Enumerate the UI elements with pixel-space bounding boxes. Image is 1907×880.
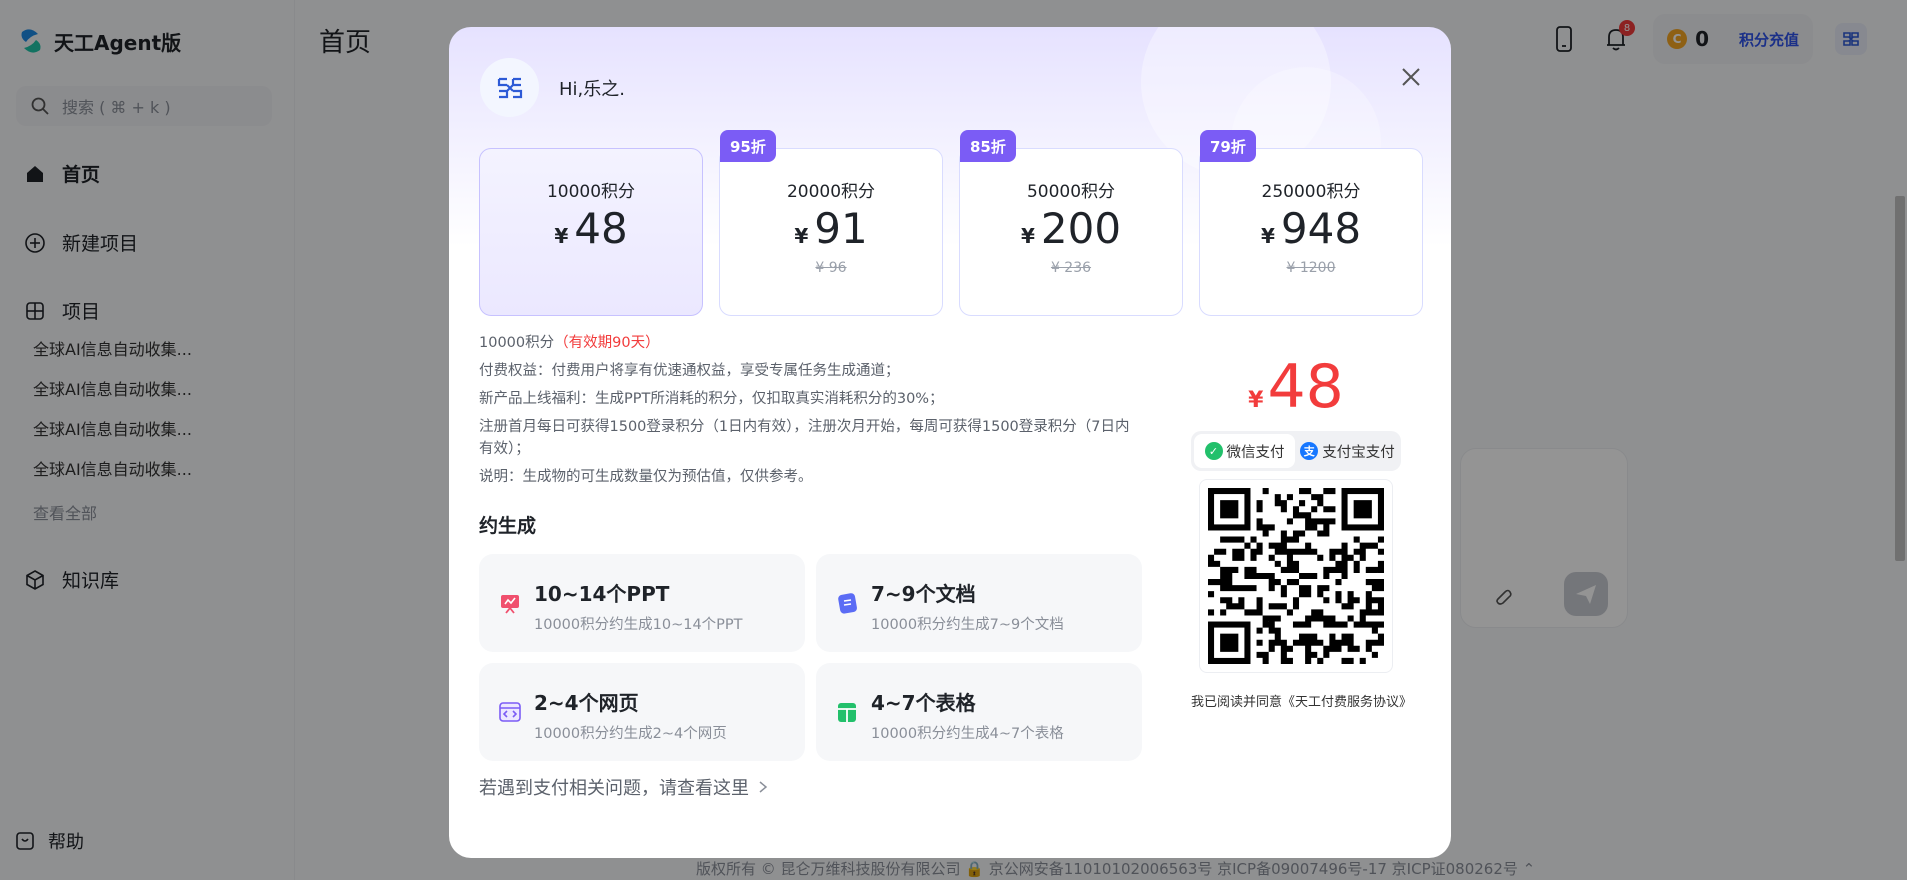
agreement-text[interactable]: 我已阅读并同意《天工付费服务协议》	[1191, 691, 1412, 710]
plan-name: 20000积分	[786, 182, 876, 202]
plan-list: 10000积分 ¥ 48 95折 20000积分 ¥ 91 ¥ 96 85折 5…	[479, 130, 1423, 316]
discount-badge: 85折	[960, 130, 1016, 162]
tab-wechat-pay[interactable]: ✓ 微信支付	[1194, 434, 1295, 468]
new-product-text: 新产品上线福利：生成PPT所消耗的积分，仅扣取真实消耗积分的30%；	[479, 391, 944, 407]
plan-card-20000[interactable]: 95折 20000积分 ¥ 91 ¥ 96	[719, 130, 943, 316]
estimate-count: 7~9个文档	[871, 582, 976, 606]
plan-card-10000[interactable]: 10000积分 ¥ 48	[479, 148, 703, 316]
close-icon[interactable]	[1395, 61, 1427, 93]
plan-amount: 948	[1280, 204, 1362, 253]
estimate-count: 4~7个表格	[871, 691, 976, 715]
tab-alipay[interactable]: 支 支付宝支付	[1297, 434, 1398, 468]
document-icon	[838, 593, 857, 614]
plan-name: 50000积分	[1026, 182, 1116, 202]
greeting-text: Hi,乐之.	[559, 78, 625, 100]
plan-card-250000[interactable]: 79折 250000积分 ¥ 948 ¥ 1200	[1199, 130, 1423, 316]
estimate-desc: 10000积分约生成10~14个PPT	[534, 617, 743, 633]
plan-amount: 91	[814, 204, 868, 253]
payment-panel: ¥ 48 ✓ 微信支付 支 支付宝支付 我已阅读并同意《天工付费服务协议》	[1191, 357, 1412, 710]
estimate-grid: 10~14个PPT 10000积分约生成10~14个PPT 7~9个文档 100…	[479, 554, 1142, 761]
estimate-desc: 10000积分约生成7~9个文档	[871, 617, 1064, 633]
discount-badge: 95折	[720, 130, 776, 162]
estimate-card-document: 7~9个文档 10000积分约生成7~9个文档	[816, 554, 1142, 652]
estimate-desc: 10000积分约生成4~7个表格	[871, 726, 1064, 742]
estimate-card-spreadsheet: 4~7个表格 10000积分约生成4~7个表格	[816, 663, 1142, 761]
original-price: ¥ 96	[815, 260, 847, 276]
plan-price: ¥ 91	[720, 208, 942, 250]
payment-method-label: 支付宝支付	[1322, 444, 1395, 461]
payment-help-link[interactable]: 若遇到支付相关问题，请查看这里	[479, 774, 769, 800]
payment-help-text: 若遇到支付相关问题，请查看这里	[479, 778, 749, 799]
discount-badge: 79折	[1200, 130, 1256, 162]
pay-amount: ¥ 48	[1191, 357, 1401, 417]
currency-symbol: ¥	[1260, 224, 1275, 248]
qr-code-icon	[1208, 488, 1384, 664]
plan-card-50000[interactable]: 85折 50000积分 ¥ 200 ¥ 236	[959, 130, 1183, 316]
greeting: Hi,乐之.	[480, 58, 625, 117]
plan-price: ¥ 200	[960, 208, 1182, 250]
register-text: 注册首月每日可获得1500登录积分（1日内有效），注册次月开始，每周可获得150…	[479, 419, 1130, 457]
original-price: ¥ 236	[1050, 260, 1092, 276]
user-avatar	[480, 58, 539, 117]
note-text: 说明：生成物的可生成数量仅为预估值，仅供参考。	[479, 469, 813, 485]
currency-symbol: ¥	[554, 224, 569, 248]
estimate-title: 约生成	[479, 515, 537, 537]
webpage-icon	[499, 702, 521, 722]
estimate-count: 2~4个网页	[534, 691, 639, 715]
ppt-icon	[501, 595, 519, 614]
alipay-icon: 支	[1300, 442, 1319, 460]
currency-symbol: ¥	[1020, 224, 1035, 248]
original-price: ¥ 1200	[1286, 260, 1336, 276]
payment-qr-code	[1199, 479, 1393, 673]
estimate-desc: 10000积分约生成2~4个网页	[534, 726, 727, 742]
plan-name: 250000积分	[1261, 182, 1361, 202]
estimate-card-ppt: 10~14个PPT 10000积分约生成10~14个PPT	[479, 554, 805, 652]
currency-symbol: ¥	[1248, 388, 1264, 413]
plan-price: ¥ 48	[480, 208, 702, 250]
spreadsheet-icon	[838, 703, 856, 722]
payment-method-tabs: ✓ 微信支付 支 支付宝支付	[1191, 431, 1401, 471]
payment-method-label: 微信支付	[1226, 444, 1285, 461]
points-amount: 10000积分	[479, 335, 555, 351]
plan-details: 10000积分（有效期90天） 付费权益：付费用户将享有优速通权益，享受专属任务…	[479, 332, 1139, 494]
wechat-icon: ✓	[1204, 442, 1223, 460]
pay-amount-value: 48	[1267, 352, 1344, 422]
plan-price: ¥ 948	[1200, 208, 1422, 250]
estimate-count: 10~14个PPT	[534, 582, 670, 606]
validity-text: （有效期90天）	[554, 335, 660, 351]
currency-symbol: ¥	[794, 224, 809, 248]
avatar-logo-icon	[497, 77, 522, 98]
estimate-card-webpage: 2~4个网页 10000积分约生成2~4个网页	[479, 663, 805, 761]
plan-name: 10000积分	[546, 182, 636, 202]
recharge-modal: Hi,乐之. 10000积分 ¥ 48 95折 20000积分 ¥ 91 ¥ 9…	[449, 27, 1451, 858]
benefit-text: 付费权益：付费用户将享有优速通权益，享受专属任务生成通道；	[479, 363, 900, 379]
points-line: 10000积分（有效期90天）	[479, 332, 1139, 354]
plan-amount: 48	[574, 204, 628, 253]
plan-amount: 200	[1040, 204, 1122, 253]
chevron-right-icon	[759, 781, 768, 793]
